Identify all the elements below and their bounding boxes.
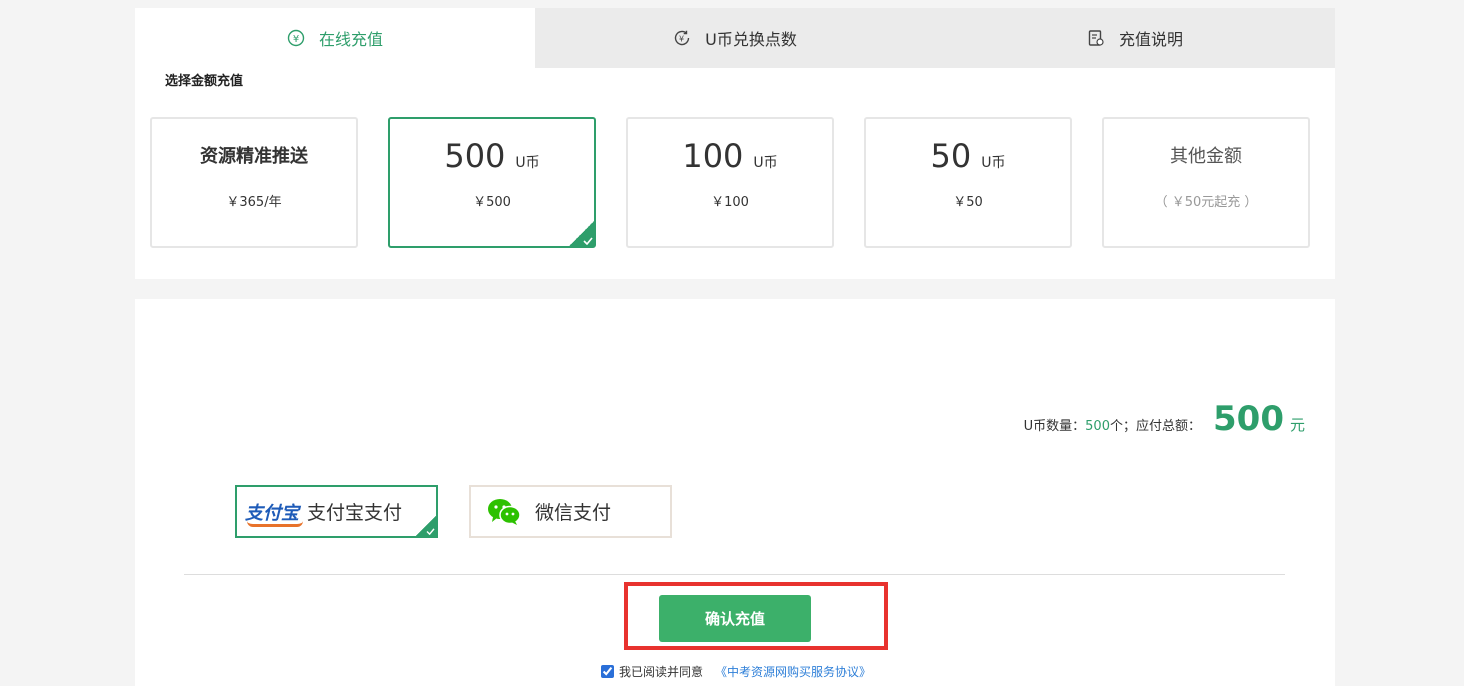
card-unit: U币 [753,155,778,171]
card-price: ￥500 [473,195,511,210]
amount-card-50[interactable]: 50 U币 ￥50 [864,117,1072,248]
currency-label: 元 [1289,416,1305,434]
count-value: 500 [1085,419,1110,434]
amount-card-other[interactable]: 其他金额 （ ￥50元起充 ） [1102,117,1310,248]
payment-panel: U币数量： 500 个；应付总额： 500 元 支付宝 支付宝支付 微信支付 确… [135,299,1335,686]
card-amount: 50 [930,137,972,175]
agreement-link[interactable]: 《中考资源网购买服务协议》 [715,663,871,680]
tab-label: U币兑换点数 [705,30,797,49]
selected-check-icon [567,221,595,247]
tab-online-recharge[interactable]: ¥ 在线充值 [135,8,535,68]
wechat-icon [487,498,521,526]
order-summary: U币数量： 500 个；应付总额： 500 元 [1024,399,1305,439]
card-title: 其他金额 [1170,146,1242,167]
card-amount: 500 [444,137,506,175]
tab-recharge-notes[interactable]: 充值说明 [935,8,1335,68]
alipay-logo-icon: 支付宝 [245,499,303,527]
yen-circle-icon: ¥ [287,29,305,47]
tab-label: 在线充值 [318,30,383,49]
agreement-checkbox[interactable] [601,665,614,678]
section-label: 选择金额充值 [165,74,244,89]
agreement-row: 我已阅读并同意 《中考资源网购买服务协议》 [601,663,871,680]
tab-ucoin-exchange[interactable]: ¥ U币兑换点数 [535,8,935,68]
agreement-text: 我已阅读并同意 [619,665,704,679]
selected-check-icon [415,515,437,537]
tab-label: 充值说明 [1118,30,1183,49]
card-price: （ ￥50元起充 ） [1154,195,1258,210]
amount-card-vip[interactable]: 资源精准推送 ￥365/年 [150,117,358,248]
card-title: 资源精准推送 [200,146,308,167]
divider [184,574,1285,575]
card-unit: U币 [515,155,540,171]
card-price: ￥100 [711,195,749,210]
amount-card-100[interactable]: 100 U币 ￥100 [626,117,834,248]
tab-bar: ¥ 在线充值 ¥ U币兑换点数 充值说明 [135,8,1335,68]
document-icon [1087,29,1105,47]
amount-options: 资源精准推送 ￥365/年 500 U币 ￥500 100 U币 ￥100 50 U币… [150,117,1310,248]
wechat-pay-label: 微信支付 [535,502,612,524]
exchange-coin-icon: ¥ [673,29,691,47]
confirm-recharge-button[interactable]: 确认充值 [659,595,811,642]
amount-card-500[interactable]: 500 U币 ￥500 [388,117,596,248]
card-price: ￥365/年 [226,195,282,210]
count-label: U币数量： [1023,419,1086,434]
count-suffix: 个；应付总额： [1109,419,1201,434]
total-amount: 500 [1213,399,1284,439]
svg-text:¥: ¥ [293,34,299,45]
card-price: ￥50 [953,195,983,210]
wechat-pay-option[interactable]: 微信支付 [469,485,672,538]
alipay-label: 支付宝支付 [307,502,403,524]
card-amount: 100 [682,137,744,175]
card-unit: U币 [981,155,1006,171]
recharge-panel: ¥ 在线充值 ¥ U币兑换点数 充值说明 选择金额充值 资源精准推送 ￥365/… [135,8,1335,279]
alipay-option[interactable]: 支付宝 支付宝支付 [235,485,438,538]
svg-text:¥: ¥ [679,35,684,44]
